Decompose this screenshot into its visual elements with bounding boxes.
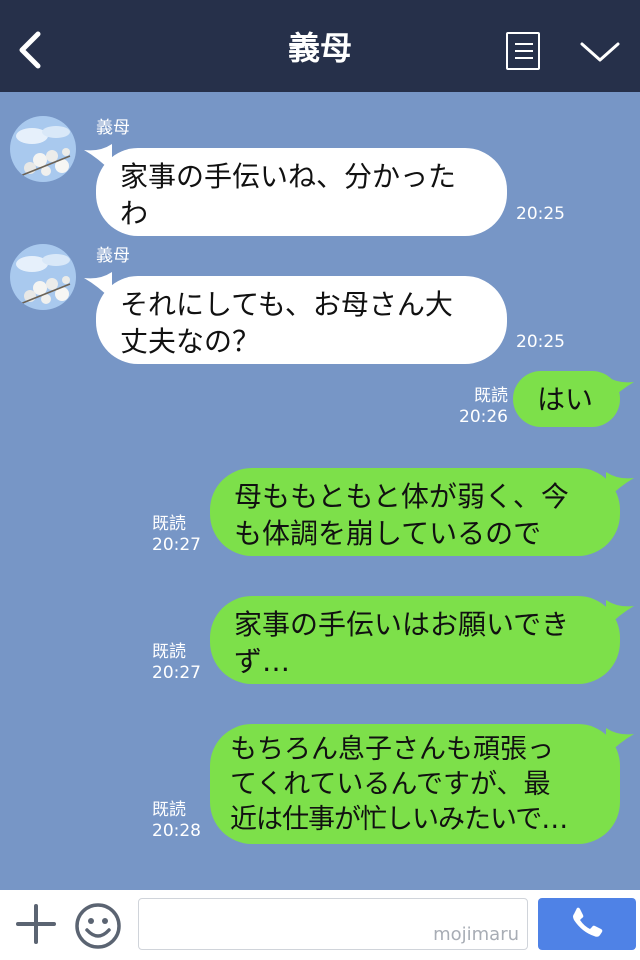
- message-bubble-outgoing[interactable]: 家事の手伝いはお願いでき ず…: [210, 596, 620, 684]
- message-input[interactable]: mojimaru: [138, 898, 528, 950]
- read-label: 既読: [474, 386, 508, 406]
- emoji-icon[interactable]: [74, 902, 122, 950]
- avatar[interactable]: [10, 116, 76, 182]
- message-read-status: 既読 20:28: [152, 800, 204, 842]
- message-time: 20:25: [516, 332, 565, 352]
- chat-header: 義母: [0, 0, 640, 92]
- message-line: 家事の手伝いね、分かった: [120, 160, 457, 193]
- avatar-photo-icon: [10, 244, 76, 310]
- menu-list-icon[interactable]: [506, 32, 540, 70]
- message-bubble-outgoing[interactable]: 母ももともと体が弱く、今 も体調を崩しているので: [210, 468, 620, 556]
- message-read-status: 既読 20:27: [152, 642, 204, 684]
- avatar[interactable]: [10, 244, 76, 310]
- chat-area[interactable]: 義母 家事の手伝いね、分かった わ 20:25 義母 それにしても、お母さん大 …: [0, 92, 640, 890]
- message-line: はい: [537, 383, 594, 416]
- bubble-tail: [606, 472, 634, 500]
- message-line: も体調を崩しているので: [234, 517, 542, 550]
- plus-icon[interactable]: [14, 902, 58, 946]
- message-line: それにしても、お母さん大: [120, 288, 453, 321]
- message-read-status: 既読 20:26: [452, 386, 508, 428]
- message-time: 20:25: [516, 204, 565, 224]
- read-label: 既読: [152, 642, 186, 662]
- call-button[interactable]: [538, 898, 636, 950]
- read-label: 既読: [152, 514, 186, 534]
- collapse-chevron-icon[interactable]: [578, 36, 622, 66]
- message-line: 丈夫なの？: [120, 325, 261, 358]
- bubble-tail: [606, 728, 634, 756]
- message-bubble-incoming[interactable]: 家事の手伝いね、分かった わ: [96, 148, 507, 236]
- message-line: もちろん息子さんも頑張っ: [230, 734, 554, 765]
- message-time: 20:26: [459, 407, 508, 427]
- message-time: 20:27: [152, 663, 201, 683]
- message-line: 家事の手伝いはお願いでき: [234, 608, 570, 641]
- message-bubble-outgoing[interactable]: はい: [513, 371, 620, 427]
- message-read-status: 既読 20:27: [152, 514, 204, 556]
- phone-icon: [573, 907, 603, 937]
- message-line: てくれているんですが、最: [230, 769, 551, 800]
- message-line: ず…: [234, 645, 291, 678]
- bubble-tail: [606, 376, 634, 404]
- sender-name: 義母: [96, 246, 130, 266]
- bubble-tail: [606, 600, 634, 628]
- sender-name: 義母: [96, 118, 130, 138]
- read-label: 既読: [152, 800, 186, 820]
- message-bubble-incoming[interactable]: それにしても、お母さん大 丈夫なの？: [96, 276, 507, 364]
- message-line: 近は仕事が忙しいみたいで…: [230, 804, 568, 835]
- message-line: 母ももともと体が弱く、今: [234, 480, 569, 513]
- message-time: 20:28: [152, 821, 201, 841]
- message-time: 20:27: [152, 535, 201, 555]
- message-bubble-outgoing[interactable]: もちろん息子さんも頑張っ てくれているんですが、最 近は仕事が忙しいみたいで…: [210, 724, 620, 844]
- avatar-photo-icon: [10, 116, 76, 182]
- message-line: わ: [120, 197, 149, 230]
- chat-title: 義母: [287, 29, 352, 67]
- watermark-text: mojimaru: [433, 924, 519, 945]
